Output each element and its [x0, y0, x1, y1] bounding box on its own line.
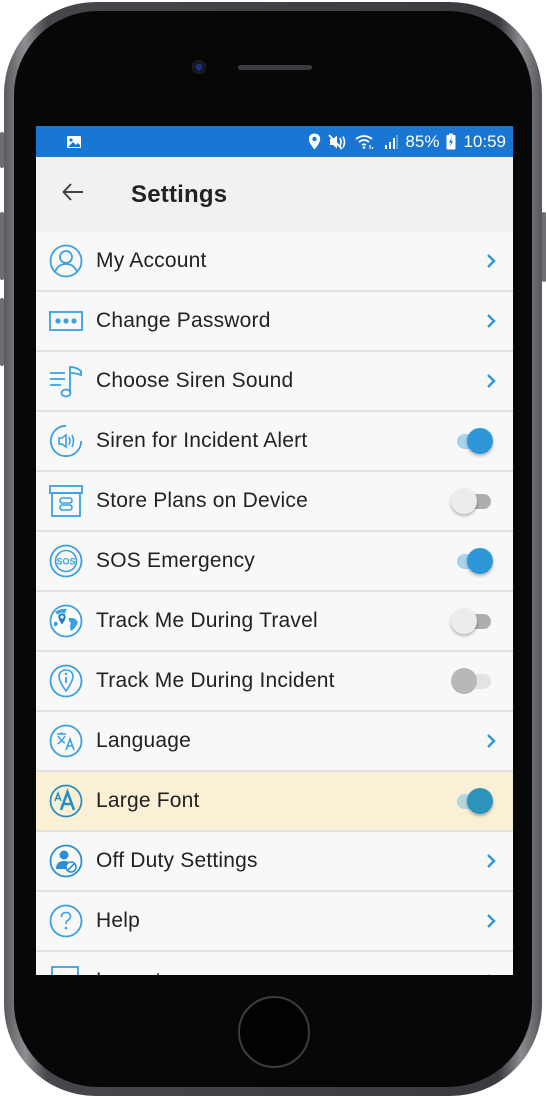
- chevron-right-icon: [481, 969, 501, 975]
- volume-up-button: [0, 212, 4, 280]
- settings-item-label: SOS Emergency: [96, 549, 255, 572]
- settings-item-label: Track Me During Travel: [96, 609, 318, 632]
- settings-item-track-incident[interactable]: Track Me During Incident: [36, 652, 513, 712]
- speaker-icon: [48, 423, 84, 459]
- settings-item-label: Language: [96, 729, 192, 752]
- settings-item-label: Off Duty Settings: [96, 849, 258, 872]
- chevron-right-icon: [481, 909, 501, 933]
- volume-down-button: [0, 298, 4, 366]
- archive-box-icon: [48, 483, 84, 519]
- chevron-right-icon: [481, 729, 501, 753]
- user-blocked-icon: [48, 843, 84, 879]
- power-button: [542, 212, 546, 282]
- chevron-right-icon: [481, 309, 501, 333]
- clock: 10:59: [463, 131, 506, 151]
- settings-item-label: Choose Siren Sound: [96, 369, 294, 392]
- settings-item-label: Help: [96, 909, 140, 932]
- settings-item-label: Logout: [96, 969, 481, 975]
- wifi-icon: [355, 134, 377, 150]
- settings-item-siren-incident-alert[interactable]: Siren for Incident Alert: [36, 412, 513, 472]
- settings-item-logout[interactable]: Logout: [36, 952, 513, 975]
- siren-alert-toggle[interactable]: [449, 426, 495, 456]
- settings-item-large-font[interactable]: Large Font: [36, 772, 513, 832]
- music-list-icon: [48, 363, 84, 399]
- settings-item-track-travel[interactable]: Track Me During Travel: [36, 592, 513, 652]
- settings-list: My Account Change Password Choose Siren …: [36, 232, 513, 975]
- help-icon: [48, 903, 84, 939]
- sos-icon: SOS: [48, 543, 84, 579]
- logout-icon: [48, 963, 84, 975]
- track-travel-toggle[interactable]: [449, 606, 495, 636]
- globe-pin-icon: [48, 603, 84, 639]
- settings-item-label: Store Plans on Device: [96, 489, 308, 512]
- settings-item-language[interactable]: Language: [36, 712, 513, 772]
- large-font-toggle[interactable]: [449, 786, 495, 816]
- settings-item-choose-siren-sound[interactable]: Choose Siren Sound: [36, 352, 513, 412]
- settings-item-label: My Account: [96, 249, 207, 272]
- app-screen: 85% 10:59 Settings My Account Change Pas…: [36, 126, 513, 975]
- settings-item-label: Track Me During Incident: [96, 669, 335, 692]
- user-circle-icon: [48, 243, 84, 279]
- track-incident-toggle[interactable]: [449, 666, 495, 696]
- image-icon: [66, 135, 82, 149]
- chevron-right-icon: [481, 249, 501, 273]
- info-pin-icon: [48, 663, 84, 699]
- silent-switch: [0, 132, 4, 168]
- settings-item-help[interactable]: Help: [36, 892, 513, 952]
- settings-item-label: Siren for Incident Alert: [96, 429, 308, 452]
- signal-icon: [384, 134, 399, 150]
- settings-item-store-plans[interactable]: Store Plans on Device: [36, 472, 513, 532]
- translate-icon: [48, 723, 84, 759]
- settings-item-sos-emergency[interactable]: SOS SOS Emergency: [36, 532, 513, 592]
- sos-emergency-toggle[interactable]: [449, 546, 495, 576]
- chevron-right-icon: [481, 849, 501, 873]
- home-button[interactable]: [238, 996, 310, 1068]
- page-title: Settings: [131, 180, 228, 208]
- status-bar: 85% 10:59: [36, 126, 513, 157]
- font-size-icon: [48, 783, 84, 819]
- earpiece-speaker: [238, 65, 312, 70]
- arrow-left-icon: [61, 182, 85, 207]
- settings-item-off-duty[interactable]: Off Duty Settings: [36, 832, 513, 892]
- settings-item-label: Large Font: [96, 789, 200, 812]
- app-bar: Settings: [36, 157, 513, 232]
- store-plans-toggle[interactable]: [449, 486, 495, 516]
- front-camera: [192, 60, 206, 74]
- back-button[interactable]: [58, 180, 88, 210]
- battery-percent: 85%: [405, 131, 440, 151]
- settings-item-my-account[interactable]: My Account: [36, 232, 513, 292]
- chevron-right-icon: [481, 369, 501, 393]
- settings-item-label: Change Password: [96, 309, 271, 332]
- location-icon: [308, 133, 321, 150]
- password-dots-icon: [48, 303, 84, 339]
- svg-text:SOS: SOS: [56, 557, 75, 567]
- settings-item-change-password[interactable]: Change Password: [36, 292, 513, 352]
- mute-icon: [328, 133, 348, 150]
- battery-charging-icon: [446, 133, 456, 150]
